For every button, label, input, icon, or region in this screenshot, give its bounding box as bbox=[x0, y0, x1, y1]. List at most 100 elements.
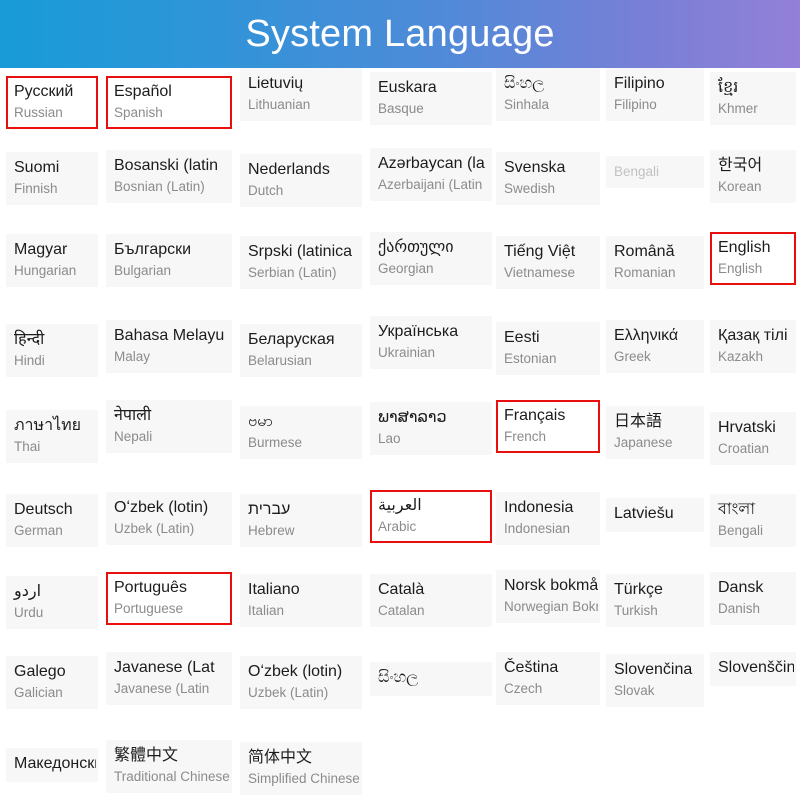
language-option-bengali[interactable]: Bengali bbox=[606, 156, 704, 189]
language-english-name: Uzbek (Latin) bbox=[114, 520, 195, 536]
language-english-name: Swedish bbox=[504, 180, 556, 196]
language-native-name: Bahasa Melayu bbox=[114, 327, 225, 344]
language-option-bulgarian[interactable]: Български Bulgarian bbox=[106, 234, 232, 288]
language-native-name: Eesti bbox=[504, 329, 540, 346]
language-option-finnish[interactable]: Suomi Finnish bbox=[6, 152, 98, 206]
language-english-name: Kazakh bbox=[718, 348, 764, 364]
language-option-nepali[interactable]: नेपाली Nepali bbox=[106, 400, 232, 454]
language-native-name: नेपाली bbox=[114, 407, 152, 424]
language-native-name: 简体中文 bbox=[248, 749, 313, 766]
language-native-name: Български bbox=[114, 241, 192, 258]
language-native-name: हिन्दी bbox=[14, 331, 45, 348]
language-option-catalan[interactable]: Català Catalan bbox=[370, 574, 492, 628]
language-option-urdu[interactable]: اردو Urdu bbox=[6, 576, 98, 630]
language-option-khmer[interactable]: ខ្មែរ Khmer bbox=[710, 72, 796, 126]
language-option-japanese[interactable]: 日本語 Japanese bbox=[606, 406, 704, 460]
language-option-bengali[interactable]: বাংলা Bengali bbox=[710, 494, 796, 548]
language-native-name: Deutsch bbox=[14, 501, 73, 518]
language-option-lao[interactable]: ພາສາລາວ Lao bbox=[370, 402, 492, 456]
language-option-french[interactable]: Français French bbox=[496, 400, 600, 454]
language-option-swedish[interactable]: Svenska Swedish bbox=[496, 152, 600, 206]
language-option-korean[interactable]: 한국어 Korean bbox=[710, 150, 796, 204]
language-option-bosnian-latin[interactable]: Bosanski (latin Bosnian (Latin) bbox=[106, 150, 232, 204]
language-option-sloven-ina[interactable]: Slovenščina bbox=[710, 652, 796, 686]
language-native-name: Oʻzbek (lotin) bbox=[114, 499, 209, 516]
language-option-lithuanian[interactable]: Lietuvių Lithuanian bbox=[240, 68, 362, 122]
language-native-name: Svenska bbox=[504, 159, 566, 176]
language-english-name: Italian bbox=[248, 602, 285, 618]
language-english-name: Malay bbox=[114, 348, 151, 364]
language-english-name: Slovak bbox=[614, 682, 655, 698]
language-option-azerbaijani-latin[interactable]: Azərbaycan (la Azerbaijani (Latin bbox=[370, 148, 492, 202]
language-option-georgian[interactable]: ქართული Georgian bbox=[370, 232, 492, 286]
language-option-dutch[interactable]: Nederlands Dutch bbox=[240, 154, 362, 208]
language-native-name: Қазақ тілі bbox=[718, 327, 788, 344]
language-native-name: Ελληνικά bbox=[614, 327, 679, 344]
language-option-galician[interactable]: Galego Galician bbox=[6, 656, 98, 710]
language-option-simplified-chinese[interactable]: 简体中文 Simplified Chinese bbox=[240, 742, 362, 796]
language-option-hindi[interactable]: हिन्दी Hindi bbox=[6, 324, 98, 378]
language-option-thai[interactable]: ภาษาไทย Thai bbox=[6, 410, 98, 464]
language-english-name: Norwegian Bokm bbox=[504, 598, 600, 614]
language-option-russian[interactable]: Русский Russian bbox=[6, 76, 98, 130]
language-native-name: বাংলা bbox=[718, 501, 755, 518]
language-option-kazakh[interactable]: Қазақ тілі Kazakh bbox=[710, 320, 796, 374]
language-option-javanese-latin[interactable]: Javanese (Lat Javanese (Latin bbox=[106, 652, 232, 706]
language-option-latvie-u[interactable]: Latviešu bbox=[606, 498, 704, 532]
language-row: Deutsch German Oʻzbek (lotin) Uzbek (Latin)… bbox=[0, 488, 800, 566]
language-english-name: Serbian (Latin) bbox=[248, 264, 337, 280]
language-option-hebrew[interactable]: עברית Hebrew bbox=[240, 494, 362, 548]
language-english-name: Hungarian bbox=[14, 262, 77, 278]
language-option-filipino[interactable]: Filipino Filipino bbox=[606, 68, 704, 122]
language-option-english[interactable]: English English bbox=[710, 232, 796, 286]
language-option-romanian[interactable]: Română Romanian bbox=[606, 236, 704, 290]
language-english-name: French bbox=[504, 428, 547, 444]
language-option-hungarian[interactable]: Magyar Hungarian bbox=[6, 234, 98, 288]
language-option-malay[interactable]: Bahasa Melayu Malay bbox=[106, 320, 232, 374]
language-english-name: Basque bbox=[378, 100, 424, 116]
language-option-basque[interactable]: Euskara Basque bbox=[370, 72, 492, 126]
language-native-name: ខ្មែរ bbox=[718, 79, 739, 96]
language-english-name: Lao bbox=[378, 430, 401, 446]
language-native-name: Galego bbox=[14, 663, 66, 680]
language-option-ukrainian[interactable]: Українська Ukrainian bbox=[370, 316, 492, 370]
language-option-arabic[interactable]: العربية Arabic bbox=[370, 490, 492, 544]
language-option-croatian[interactable]: Hrvatski Croatian bbox=[710, 412, 796, 466]
language-row: Galego Galician Javanese (Lat Javanese (Lat… bbox=[0, 650, 800, 728]
language-option-estonian[interactable]: Eesti Estonian bbox=[496, 322, 600, 376]
language-option-belarusian[interactable]: Беларуская Belarusian bbox=[240, 324, 362, 378]
language-option-danish[interactable]: Dansk Danish bbox=[710, 572, 796, 626]
language-option-slovak[interactable]: Slovenčina Slovak bbox=[606, 654, 704, 708]
language-option-vietnamese[interactable]: Tiếng Việt Vietnamese bbox=[496, 236, 600, 290]
system-language-screen: System Language Русский Russian Español Spa… bbox=[0, 0, 800, 800]
language-option-sinhala[interactable]: සිංහල Sinhala bbox=[496, 68, 600, 122]
language-option-serbian-latin[interactable]: Srpski (latinica Serbian (Latin) bbox=[240, 236, 362, 290]
language-option-norwegian-bokm[interactable]: Norsk bokmål Norwegian Bokm bbox=[496, 570, 600, 624]
language-option-spanish[interactable]: Español Spanish bbox=[106, 76, 232, 130]
language-row: Magyar Hungarian Български Bulgarian Srpski … bbox=[0, 230, 800, 308]
language-native-name: Français bbox=[504, 407, 566, 424]
language-option-burmese[interactable]: ဗမာ Burmese bbox=[240, 406, 362, 460]
language-native-name: Română bbox=[614, 243, 675, 260]
language-option-item-8-0[interactable]: Македонски bbox=[6, 748, 98, 782]
language-native-name: Nederlands bbox=[248, 161, 330, 178]
language-native-name: Euskara bbox=[378, 79, 437, 96]
language-english-name: Estonian bbox=[504, 350, 557, 366]
language-option-uzbek-latin[interactable]: Oʻzbek (lotin) Uzbek (Latin) bbox=[106, 492, 232, 546]
language-option-turkish[interactable]: Türkçe Turkish bbox=[606, 574, 704, 628]
language-option-uzbek-latin[interactable]: Oʻzbek (lotin) Uzbek (Latin) bbox=[240, 656, 362, 710]
language-option-greek[interactable]: Ελληνικά Greek bbox=[606, 320, 704, 374]
language-option-portuguese[interactable]: Português Portuguese bbox=[106, 572, 232, 626]
language-option-item-7-3[interactable]: සිංහල bbox=[370, 662, 492, 696]
language-option-traditional-chinese[interactable]: 繁體中文 Traditional Chinese bbox=[106, 740, 232, 794]
language-option-indonesian[interactable]: Indonesia Indonesian bbox=[496, 492, 600, 546]
language-english-name: Traditional Chinese bbox=[114, 768, 230, 784]
language-option-czech[interactable]: Čeština Czech bbox=[496, 652, 600, 706]
language-native-name: ພາສາລາວ bbox=[378, 409, 447, 426]
language-option-german[interactable]: Deutsch German bbox=[6, 494, 98, 548]
language-english-name: Uzbek (Latin) bbox=[248, 684, 329, 700]
language-english-name: Portuguese bbox=[114, 600, 184, 616]
language-native-name: ภาษาไทย bbox=[14, 417, 82, 434]
language-native-name: العربية bbox=[378, 497, 422, 514]
language-option-italian[interactable]: Italiano Italian bbox=[240, 574, 362, 628]
